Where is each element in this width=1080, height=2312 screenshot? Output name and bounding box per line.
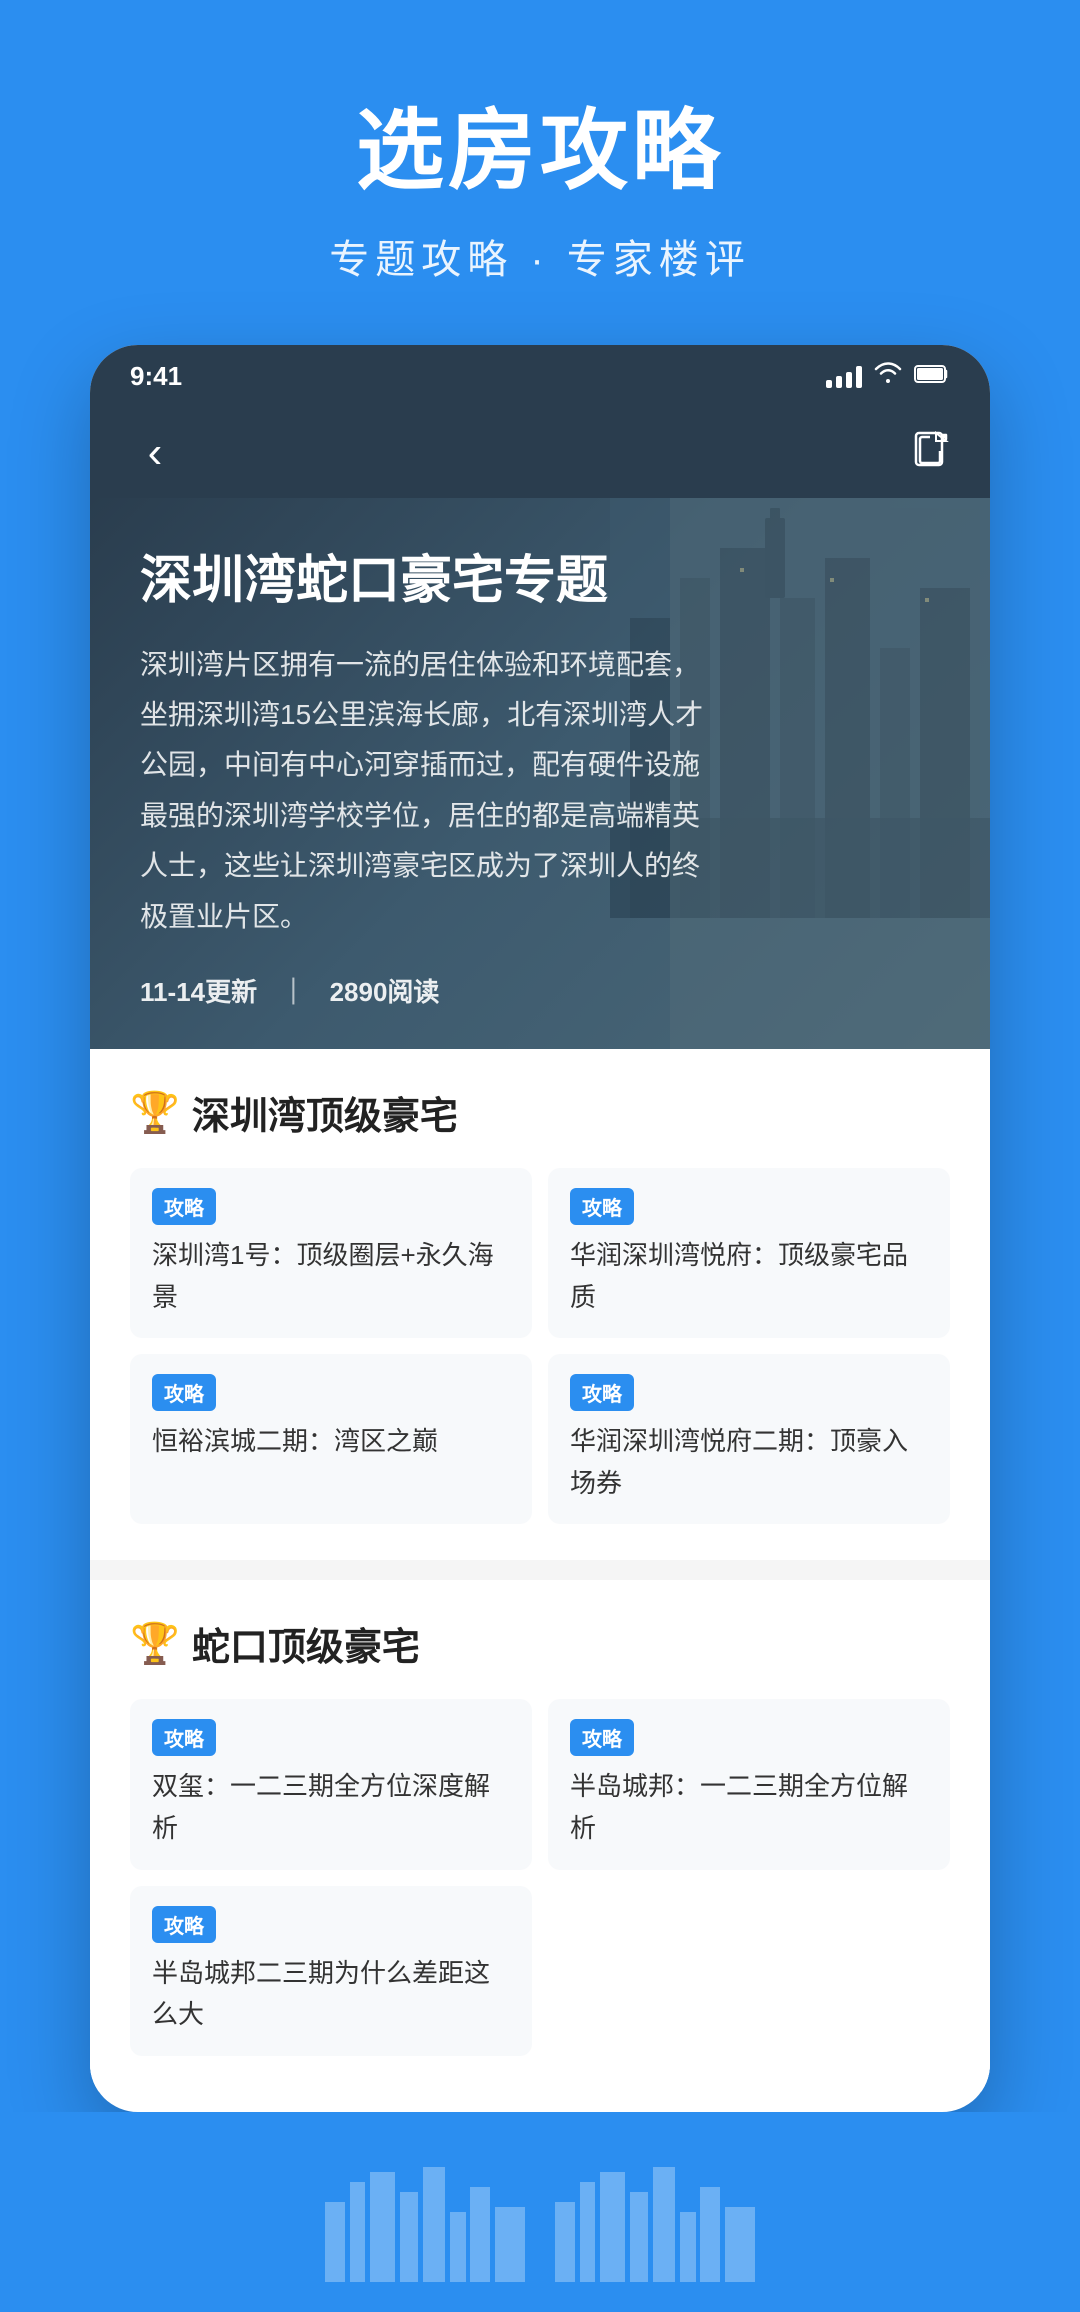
status-icons xyxy=(826,362,950,391)
tag-badge-1-0: 攻略 xyxy=(152,1188,216,1225)
article-meta: 11-14更新 ｜ 2890阅读 xyxy=(140,972,940,1009)
article-card-title-1-1: 华润深圳湾悦府：顶级豪宅品质 xyxy=(570,1235,928,1318)
phone-card: 9:41 ‹ xyxy=(90,345,990,2112)
article-card-2-1[interactable]: 攻略 半岛城邦：一二三期全方位解析 xyxy=(548,1699,950,1869)
tag-badge-2-2: 攻略 xyxy=(152,1906,216,1943)
share-button[interactable] xyxy=(914,431,950,475)
tag-badge-2-1: 攻略 xyxy=(570,1719,634,1756)
hero-header: 选房攻略 专题攻略 · 专家楼评 xyxy=(0,0,1080,345)
tag-badge-2-0: 攻略 xyxy=(152,1719,216,1756)
articles-grid-2: 攻略 双玺：一二三期全方位深度解析 攻略 半岛城邦：一二三期全方位解析 攻略 半… xyxy=(130,1699,950,2055)
hero-title: 选房攻略 xyxy=(40,80,1040,207)
section-shenzhenbay: 🏆 深圳湾顶级豪宅 攻略 深圳湾1号：顶级圈层+永久海景 攻略 华润深圳湾悦府：… xyxy=(90,1049,990,1560)
content-body: 🏆 深圳湾顶级豪宅 攻略 深圳湾1号：顶级圈层+永久海景 攻略 华润深圳湾悦府：… xyxy=(90,1049,990,2092)
back-button[interactable]: ‹ xyxy=(130,428,180,478)
status-time: 9:41 xyxy=(130,361,182,392)
article-card-1-2[interactable]: 攻略 恒裕滨城二期：湾区之巅 xyxy=(130,1354,532,1524)
tag-badge-1-1: 攻略 xyxy=(570,1188,634,1225)
article-read-count: 2890阅读 xyxy=(330,977,440,1007)
section-title-2: 🏆 蛇口顶级豪宅 xyxy=(130,1616,950,1671)
article-card-1-3[interactable]: 攻略 华润深圳湾悦府二期：顶豪入场券 xyxy=(548,1354,950,1524)
article-card-title-1-2: 恒裕滨城二期：湾区之巅 xyxy=(152,1421,510,1463)
top-nav: ‹ xyxy=(90,408,990,498)
article-description: 深圳湾片区拥有一流的居住体验和环境配套，坐拥深圳湾15公里滨海长廊，北有深圳湾人… xyxy=(140,640,720,942)
wifi-icon xyxy=(874,362,902,391)
article-card-1-0[interactable]: 攻略 深圳湾1号：顶级圈层+永久海景 xyxy=(130,1168,532,1338)
article-card-1-1[interactable]: 攻略 华润深圳湾悦府：顶级豪宅品质 xyxy=(548,1168,950,1338)
trophy-icon-2: 🏆 xyxy=(130,1620,180,1667)
section-label-1: 深圳湾顶级豪宅 xyxy=(192,1085,458,1140)
articles-grid-1: 攻略 深圳湾1号：顶级圈层+永久海景 攻略 华润深圳湾悦府：顶级豪宅品质 攻略 … xyxy=(130,1168,950,1524)
section-label-2: 蛇口顶级豪宅 xyxy=(192,1616,420,1671)
tag-badge-1-2: 攻略 xyxy=(152,1374,216,1411)
article-card-title-2-2: 半岛城邦二三期为什么差距这么大 xyxy=(152,1953,510,2036)
bottom-decoration xyxy=(0,2112,1080,2312)
battery-icon xyxy=(914,364,950,390)
section-title-1: 🏆 深圳湾顶级豪宅 xyxy=(130,1085,950,1140)
article-card-title-1-0: 深圳湾1号：顶级圈层+永久海景 xyxy=(152,1235,510,1318)
tag-badge-1-3: 攻略 xyxy=(570,1374,634,1411)
article-card-2-0[interactable]: 攻略 双玺：一二三期全方位深度解析 xyxy=(130,1699,532,1869)
article-card-2-2[interactable]: 攻略 半岛城邦二三期为什么差距这么大 xyxy=(130,1886,532,2056)
article-card-title-2-1: 半岛城邦：一二三期全方位解析 xyxy=(570,1766,928,1849)
article-title: 深圳湾蛇口豪宅专题 xyxy=(140,548,940,616)
trophy-icon-1: 🏆 xyxy=(130,1089,180,1136)
signal-icon xyxy=(826,366,862,388)
status-bar: 9:41 xyxy=(90,345,990,408)
section-shekou: 🏆 蛇口顶级豪宅 攻略 双玺：一二三期全方位深度解析 攻略 半岛城邦：一二三期全… xyxy=(90,1580,990,2091)
article-hero: 深圳湾蛇口豪宅专题 深圳湾片区拥有一流的居住体验和环境配套，坐拥深圳湾15公里滨… xyxy=(90,498,990,1049)
article-card-title-2-0: 双玺：一二三期全方位深度解析 xyxy=(152,1766,510,1849)
article-card-title-1-3: 华润深圳湾悦府二期：顶豪入场券 xyxy=(570,1421,928,1504)
article-update-date: 11-14更新 xyxy=(140,977,257,1007)
hero-subtitle: 专题攻略 · 专家楼评 xyxy=(40,227,1040,285)
